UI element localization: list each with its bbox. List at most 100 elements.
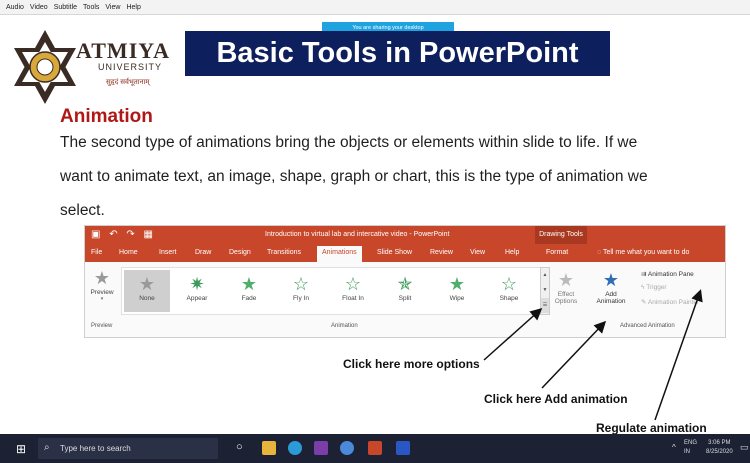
tab-format[interactable]: Format xyxy=(546,249,568,256)
tab-animations[interactable]: Animations xyxy=(317,246,362,265)
clock-time: 3:06 PM xyxy=(708,440,731,446)
tab-file[interactable]: File xyxy=(91,249,102,256)
clock[interactable]: 3:06 PM 8/25/2020 xyxy=(706,439,733,457)
preview-button[interactable]: ★ Preview ▾ xyxy=(89,268,115,302)
paragraph-line-2: want to animate text, an image, shape, g… xyxy=(60,168,648,185)
star-split-icon: ✯ xyxy=(397,274,413,294)
animation-split[interactable]: ✯ Split xyxy=(382,270,428,312)
animation-label: Fade xyxy=(241,295,257,302)
animation-label: None xyxy=(139,295,155,302)
animation-float-in[interactable]: ☆ Float In xyxy=(330,270,376,312)
tab-view[interactable]: View xyxy=(470,249,485,256)
university-logo: ATMIYA UNIVERSITY सुहृदं सर्वभूतानाम् xyxy=(10,28,170,108)
animation-label: Float In xyxy=(342,295,364,302)
tab-transitions[interactable]: Transitions xyxy=(267,249,301,256)
annotation-regulate-animation: Regulate animation xyxy=(596,421,707,435)
preview-star-icon: ★ xyxy=(93,268,111,288)
region-code: IN xyxy=(684,449,690,455)
preview-label: Preview xyxy=(90,289,114,296)
scroll-up-icon[interactable]: ▲ xyxy=(541,268,549,283)
animation-fade[interactable]: ★ Fade xyxy=(226,270,272,312)
task-view-icon[interactable]: ○ xyxy=(236,441,243,453)
star-outline-icon: ☆ xyxy=(500,274,518,294)
chevron-up-icon[interactable]: ^ xyxy=(672,443,676,452)
animation-none[interactable]: ★ None xyxy=(124,270,170,312)
trigger-label: Trigger xyxy=(646,284,667,291)
menu-view[interactable]: View xyxy=(105,4,120,11)
paragraph-line-3: select. xyxy=(60,202,105,219)
ppt-window-title: Introduction to virtual lab and intercat… xyxy=(265,231,450,238)
slide-title: Basic Tools in PowerPoint xyxy=(185,31,610,76)
chrome-icon[interactable] xyxy=(340,441,354,455)
animation-appear[interactable]: ✷ Appear xyxy=(174,270,220,312)
menu-video[interactable]: Video xyxy=(30,4,48,11)
menu-help[interactable]: Help xyxy=(126,4,140,11)
ppt-title-bar: ▣ ↶ ↷ ▦ Introduction to virtual lab and … xyxy=(85,226,725,244)
section-heading: Animation xyxy=(60,106,153,127)
star-emblem-icon xyxy=(14,30,76,104)
powerpoint-ribbon: ▣ ↶ ↷ ▦ Introduction to virtual lab and … xyxy=(84,225,726,338)
effect-star-icon: ★ xyxy=(557,270,575,290)
animation-group-label: Animation xyxy=(331,323,358,329)
language-code: ENG xyxy=(684,440,698,446)
file-explorer-icon[interactable] xyxy=(262,441,276,455)
add-animation-label: Add Animation xyxy=(596,291,626,305)
animation-wipe[interactable]: ★ Wipe xyxy=(434,270,480,312)
add-animation-button[interactable]: ★ Add Animation xyxy=(593,270,629,305)
effect-options-button[interactable]: ★ Effect Options xyxy=(551,270,581,305)
tell-me-text: Tell me what you want to do xyxy=(602,249,690,256)
windows-start-icon[interactable]: ⊞ xyxy=(16,442,26,456)
logo-name: ATMIYA xyxy=(76,38,171,63)
annotation-add-animation: Click here Add animation xyxy=(484,392,628,406)
notification-icon[interactable]: ▭ xyxy=(740,442,749,453)
animation-pane-button[interactable]: ⇉ Animation Pane xyxy=(641,270,694,278)
painter-icon: ✎ xyxy=(641,299,648,306)
windows-taskbar: ⊞ ⌕ Type here to search ○ ^ ENG IN 3:06 … xyxy=(0,434,750,463)
burst-star-icon: ✷ xyxy=(189,274,205,294)
quick-access-icons[interactable]: ▣ ↶ ↷ ▦ xyxy=(91,229,156,240)
star-icon: ★ xyxy=(240,274,258,294)
star-icon: ★ xyxy=(138,274,156,294)
tab-review[interactable]: Review xyxy=(430,249,453,256)
tab-draw[interactable]: Draw xyxy=(195,249,211,256)
taskbar-search[interactable]: ⌕ Type here to search xyxy=(38,438,218,459)
more-options-icon[interactable]: ☰ xyxy=(541,298,549,313)
powerpoint-icon[interactable] xyxy=(368,441,382,455)
menu-subtitle[interactable]: Subtitle xyxy=(54,4,77,11)
app-icon[interactable] xyxy=(396,441,410,455)
paragraph-line-1: The second type of animations bring the … xyxy=(60,134,638,151)
search-icon: ⌕ xyxy=(44,442,50,453)
advanced-animation-group-label: Advanced Animation xyxy=(620,323,675,329)
animation-pane-icon: ⇉ xyxy=(641,271,648,278)
tab-design[interactable]: Design xyxy=(229,249,251,256)
menu-audio[interactable]: Audio xyxy=(6,4,24,11)
tab-home[interactable]: Home xyxy=(119,249,138,256)
animation-label: Wipe xyxy=(449,295,465,302)
animation-painter-label: Animation Painter xyxy=(647,299,700,306)
menu-bar: Audio Video Subtitle Tools View Help xyxy=(0,0,750,15)
animation-shape[interactable]: ☆ Shape xyxy=(486,270,532,312)
annotation-more-options: Click here more options xyxy=(343,357,480,371)
tab-help[interactable]: Help xyxy=(505,249,519,256)
menu-tools[interactable]: Tools xyxy=(83,4,99,11)
tell-me-box[interactable]: ◌ Tell me what you want to do xyxy=(597,249,689,256)
effect-options-label: Effect Options xyxy=(554,291,578,305)
preview-group-label: Preview xyxy=(91,323,113,329)
trigger-button[interactable]: ϟ Trigger xyxy=(641,284,667,291)
animation-gallery: ★ None ✷ Appear ★ Fade ☆ Fly In ☆ Float In ✯ S… xyxy=(121,267,541,315)
tab-slide-show[interactable]: Slide Show xyxy=(377,249,412,256)
language-indicator[interactable]: ENG IN xyxy=(684,439,697,457)
animation-pane-label: Animation Pane xyxy=(647,271,694,278)
edge-browser-icon[interactable] xyxy=(288,441,302,455)
ribbon-tabs: File Home Insert Draw Design Transitions… xyxy=(85,244,725,265)
animation-painter-button[interactable]: ✎ Animation Painter xyxy=(641,298,699,306)
tab-insert[interactable]: Insert xyxy=(159,249,177,256)
animation-label: Fly In xyxy=(293,295,309,302)
animation-fly-in[interactable]: ☆ Fly In xyxy=(278,270,324,312)
scroll-down-icon[interactable]: ▼ xyxy=(541,283,549,298)
search-placeholder: Type here to search xyxy=(60,444,131,453)
app-icon[interactable] xyxy=(314,441,328,455)
add-animation-star-icon: ★ xyxy=(602,270,620,290)
logo-motto: सुहृदं सर्वभूतानाम् xyxy=(106,79,150,86)
gallery-scroll: ▲ ▼ ☰ xyxy=(540,267,550,315)
